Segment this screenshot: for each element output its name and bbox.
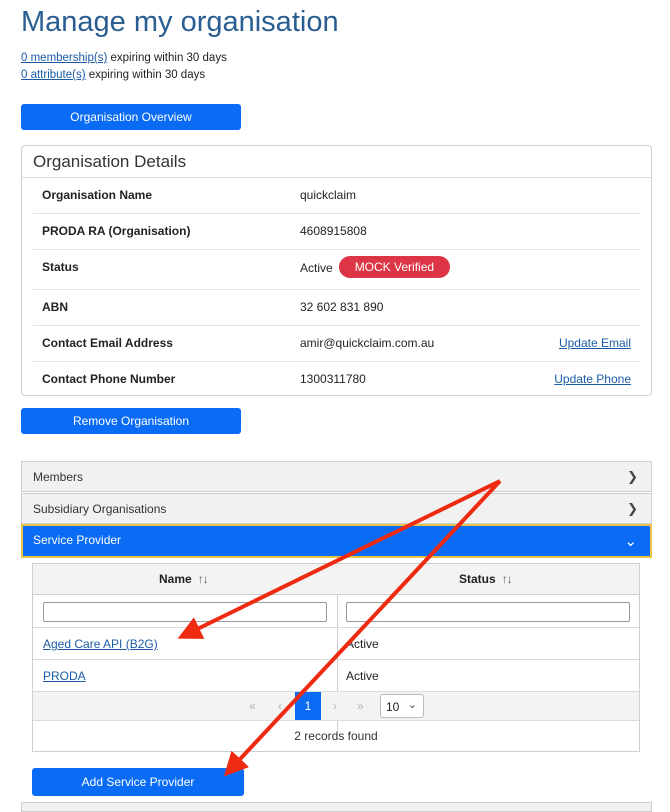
sort-icon: ↑↓ (197, 572, 209, 586)
table-header: Name ↑↓ Status ↑↓ (33, 564, 639, 595)
memberships-expiring-text: expiring within 30 days (107, 52, 227, 64)
attributes-expiring-text: expiring within 30 days (85, 69, 206, 81)
memberships-expiring-link[interactable]: 0 membership(s) (21, 52, 107, 64)
attribute-expiry-notice: 0 attribute(s) expiring within 30 days (21, 69, 205, 81)
next-accordion-edge (21, 802, 652, 812)
organisation-details-card: Organisation Details Organisation Name q… (21, 145, 652, 396)
remove-organisation-button[interactable]: Remove Organisation (21, 408, 241, 434)
column-header-status[interactable]: Status ↑↓ (459, 572, 513, 586)
status-filter-input[interactable] (346, 602, 630, 622)
service-provider-panel: Name ↑↓ Status ↑↓ Aged Care API (B2G) Acti… (21, 558, 652, 808)
verification-badge: MOCK Verified (338, 256, 451, 278)
chevron-down-icon: ⌄ (624, 533, 637, 550)
detail-label: PRODA RA (Organisation) (42, 224, 191, 238)
detail-row-status: Status Active MOCK Verified (33, 250, 640, 290)
update-email-link[interactable]: Update Email (559, 336, 631, 350)
accordion-label: Subsidiary Organisations (33, 502, 167, 516)
detail-label: Contact Email Address (42, 336, 173, 350)
service-provider-table: Name ↑↓ Status ↑↓ Aged Care API (B2G) Acti… (32, 563, 640, 752)
accordion-label: Members (33, 470, 84, 484)
detail-label: Status (42, 260, 79, 274)
first-page-button[interactable]: « (249, 699, 256, 713)
detail-row-contact-email: Contact Email Address amir@quickclaim.co… (33, 326, 640, 362)
service-provider-link[interactable]: PRODA (43, 669, 86, 683)
organisation-overview-button[interactable]: Organisation Overview (21, 104, 241, 130)
pagination: « ‹ 1 › » 10 ⌄ (33, 692, 639, 721)
service-provider-status: Active (346, 669, 379, 683)
service-provider-status: Active (346, 637, 379, 651)
chevron-down-icon: ⌄ (407, 699, 417, 711)
accordion-subsidiary-organisations[interactable]: Subsidiary Organisations ❯ (21, 493, 652, 524)
detail-row-organisation-name: Organisation Name quickclaim (33, 178, 640, 214)
next-page-button[interactable]: › (333, 699, 337, 713)
detail-label: Organisation Name (42, 188, 153, 202)
accordion-service-provider[interactable]: Service Provider ⌄ (21, 524, 652, 558)
detail-value: amir@quickclaim.com.au (300, 336, 435, 350)
accordion-members[interactable]: Members ❯ (21, 461, 652, 492)
page-title: Manage my organisation (21, 6, 339, 38)
sort-icon: ↑↓ (501, 572, 513, 586)
records-found-text: 2 records found (294, 729, 378, 743)
status-value: Active MOCK Verified (300, 256, 451, 280)
detail-row-contact-phone: Contact Phone Number 1300311780 Update P… (33, 362, 640, 398)
column-header-name[interactable]: Name ↑↓ (159, 572, 209, 586)
accordion-label: Service Provider (33, 533, 122, 547)
detail-value: 4608915808 (300, 224, 367, 238)
last-page-button[interactable]: » (357, 699, 364, 713)
detail-value: quickclaim (300, 188, 357, 202)
detail-row-abn: ABN 32 602 831 890 (33, 290, 640, 326)
detail-label: Contact Phone Number (42, 372, 176, 386)
chevron-right-icon: ❯ (627, 469, 638, 484)
column-label: Name (159, 572, 192, 586)
filter-row (33, 595, 639, 628)
table-row: PRODA Active (33, 660, 639, 692)
membership-expiry-notice: 0 membership(s) expiring within 30 days (21, 52, 227, 64)
detail-value: 32 602 831 890 (300, 300, 384, 314)
detail-value: 1300311780 (300, 372, 366, 386)
update-phone-link[interactable]: Update Phone (554, 372, 631, 386)
add-service-provider-button[interactable]: Add Service Provider (32, 768, 244, 796)
chevron-right-icon: ❯ (627, 501, 638, 516)
organisation-details-title: Organisation Details (33, 152, 187, 171)
current-page-button[interactable]: 1 (295, 692, 321, 720)
service-provider-link[interactable]: Aged Care API (B2G) (43, 637, 158, 651)
prev-page-button[interactable]: ‹ (278, 699, 282, 713)
column-label: Status (459, 572, 496, 586)
attributes-expiring-link[interactable]: 0 attribute(s) (21, 69, 86, 81)
page-size-value: 10 (386, 700, 400, 714)
detail-label: ABN (42, 300, 68, 314)
detail-row-proda-ra: PRODA RA (Organisation) 4608915808 (33, 214, 640, 250)
page-size-select[interactable]: 10 ⌄ (380, 694, 424, 718)
table-row: Aged Care API (B2G) Active (33, 628, 639, 660)
name-filter-input[interactable] (43, 602, 327, 622)
status-text: Active (300, 261, 333, 276)
